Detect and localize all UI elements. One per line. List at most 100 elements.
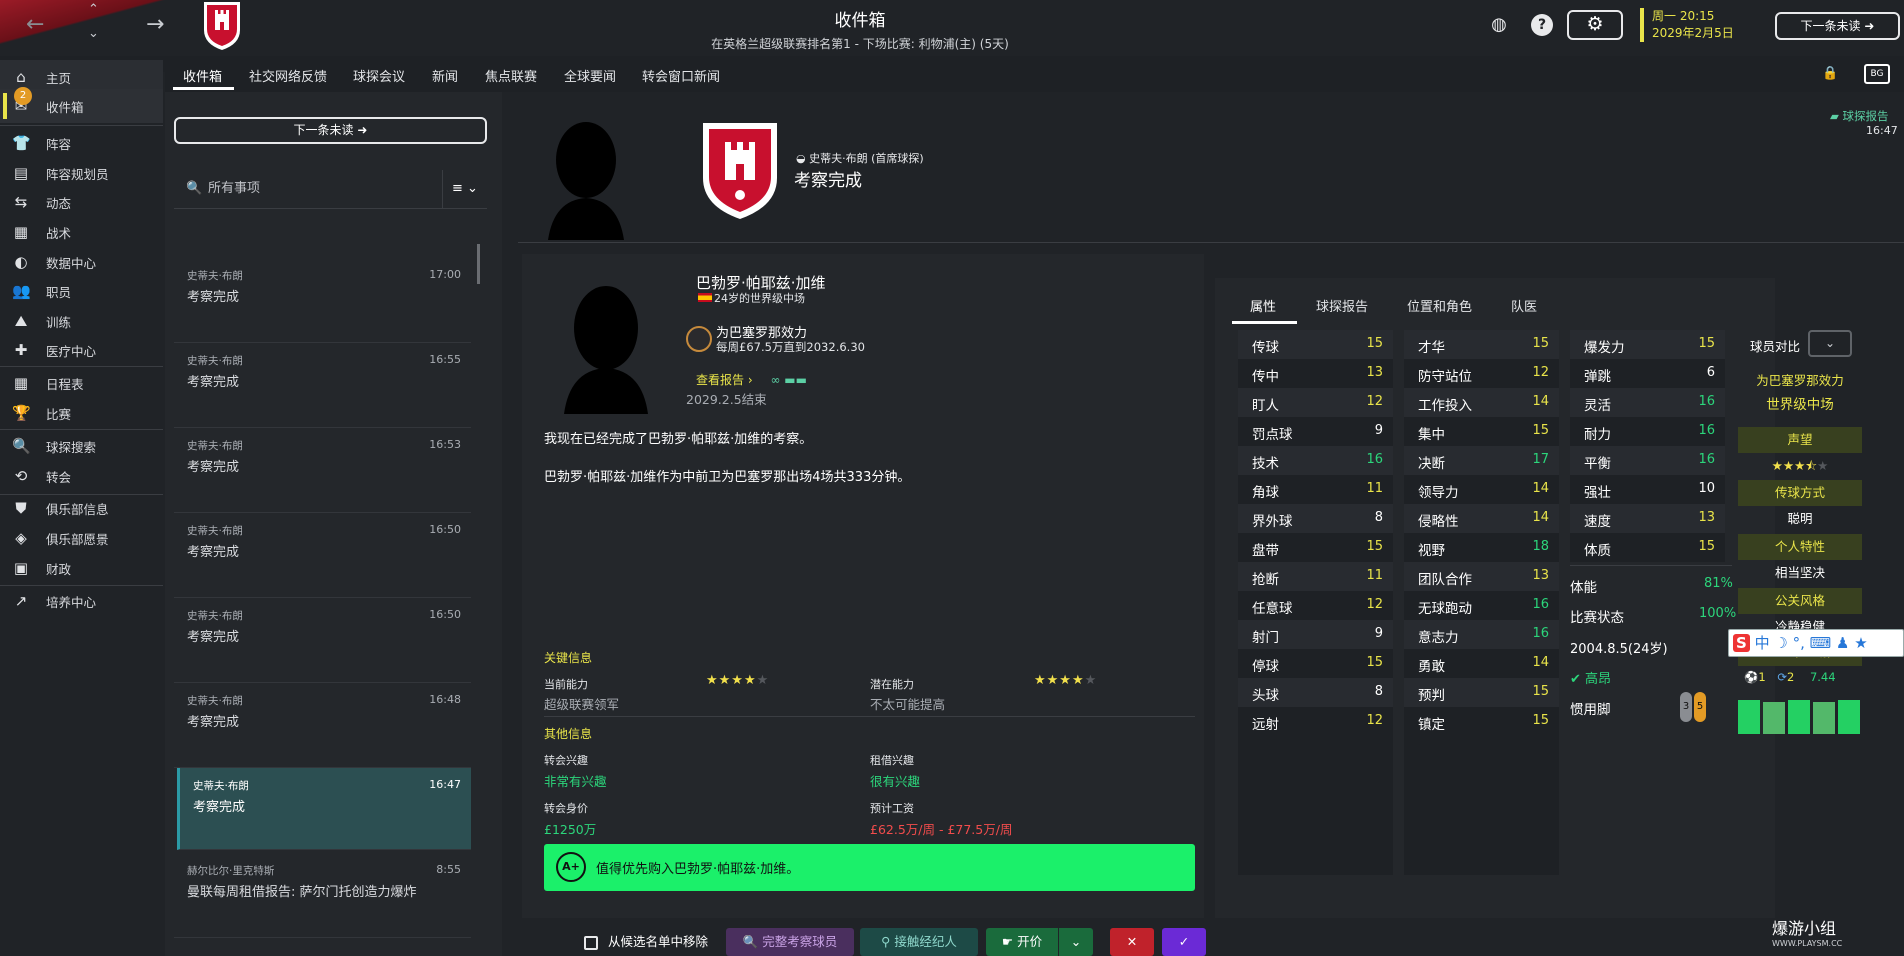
- attribute-row[interactable]: 盯人 12: [1238, 388, 1393, 417]
- sidebar-item-15[interactable]: ◈ 俱乐部愿景: [0, 521, 163, 555]
- attribute-row[interactable]: 集中 15: [1404, 417, 1559, 446]
- attribute-row[interactable]: 抢断 11: [1238, 562, 1393, 591]
- attr-tab-1[interactable]: 球探报告: [1316, 296, 1368, 315]
- inbox-message[interactable]: 史蒂夫·布朗 16:50 考察完成: [174, 513, 471, 598]
- inbox-search-input[interactable]: 🔍 所有事项: [174, 170, 442, 208]
- sidebar-item-13[interactable]: ⟲ 转会: [0, 459, 163, 493]
- filter-menu-button[interactable]: ≡ ⌄: [442, 170, 487, 208]
- remove-shortlist-checkbox[interactable]: [584, 936, 598, 950]
- back-arrow-icon[interactable]: ←: [26, 12, 44, 37]
- attribute-row[interactable]: 传球 15: [1238, 330, 1393, 359]
- tab-0[interactable]: 收件箱: [183, 66, 222, 85]
- attribute-row[interactable]: 头球 8: [1238, 678, 1393, 707]
- attribute-row[interactable]: 无球跑动 16: [1404, 591, 1559, 620]
- attribute-row[interactable]: 工作投入 14: [1404, 388, 1559, 417]
- inbox-message[interactable]: 史蒂夫·布朗 17:00 考察完成: [174, 258, 471, 343]
- attribute-row[interactable]: 盘带 15: [1238, 533, 1393, 562]
- sidebar-item-1[interactable]: ✉ 收件箱 2: [0, 87, 163, 123]
- attribute-row[interactable]: 灵活 16: [1570, 388, 1725, 417]
- offer-dropdown-button[interactable]: ⌄: [1059, 928, 1093, 956]
- inbox-message[interactable]: 史蒂夫·布朗 16:47 考察完成: [177, 768, 471, 850]
- sidebar-item-17[interactable]: ↗ 培养中心: [0, 584, 163, 618]
- attribute-row[interactable]: 耐力 16: [1570, 417, 1725, 446]
- attr-tab-0[interactable]: 属性: [1250, 296, 1276, 315]
- attribute-row[interactable]: 意志力 16: [1404, 620, 1559, 649]
- attribute-row[interactable]: 镇定 15: [1404, 707, 1559, 736]
- sidebar-item-5[interactable]: ▦ 战术: [0, 215, 163, 249]
- form-bar[interactable]: [1838, 699, 1860, 734]
- attribute-row[interactable]: 远射 12: [1238, 707, 1393, 736]
- accept-button[interactable]: ✓: [1162, 928, 1206, 956]
- inbox-scrollbar[interactable]: [477, 244, 480, 284]
- attribute-row[interactable]: 决断 17: [1404, 446, 1559, 475]
- form-bar[interactable]: [1788, 699, 1810, 734]
- sidebar-item-11[interactable]: 🏆 比赛: [0, 396, 163, 430]
- attribute-row[interactable]: 弹跳 6: [1570, 359, 1725, 388]
- sidebar-item-12[interactable]: 🔍 球探搜索: [0, 429, 163, 463]
- view-report-link[interactable]: 查看报告 › ∞ ▬▬: [696, 371, 807, 388]
- tab-3[interactable]: 新闻: [432, 66, 458, 85]
- inbox-message[interactable]: 史蒂夫·布朗 16:53 考察完成: [174, 428, 471, 513]
- contact-agent-button[interactable]: ⚲ 接触经纪人: [860, 928, 978, 956]
- sidebar-item-4[interactable]: ⇆ 动态: [0, 185, 163, 219]
- attribute-row[interactable]: 勇敢 14: [1404, 649, 1559, 678]
- tab-2[interactable]: 球探会议: [353, 66, 405, 85]
- attribute-row[interactable]: 强壮 10: [1570, 475, 1725, 504]
- chevron-up-icon[interactable]: ⌃: [88, 2, 99, 17]
- tab-4[interactable]: 焦点联赛: [485, 66, 537, 85]
- form-bar[interactable]: [1738, 699, 1760, 734]
- tab-6[interactable]: 转会窗口新闻: [642, 66, 720, 85]
- tab-1[interactable]: 社交网络反馈: [249, 66, 327, 85]
- sidebar-item-9[interactable]: ✚ 医疗中心: [0, 333, 163, 367]
- background-toggle-icon[interactable]: BG: [1864, 64, 1890, 84]
- inbox-message[interactable]: 赫尔比尔·里克特斯 8:55 曼联每周租借报告: 萨尔门托创造力爆炸: [174, 853, 471, 938]
- help-icon[interactable]: ?: [1531, 14, 1553, 36]
- lock-icon[interactable]: 🔒: [1822, 66, 1838, 81]
- attribute-row[interactable]: 任意球 12: [1238, 591, 1393, 620]
- message-sender[interactable]: ◒ 史蒂夫·布朗 (首席球探): [796, 150, 924, 166]
- attribute-row[interactable]: 预判 15: [1404, 678, 1559, 707]
- attribute-row[interactable]: 角球 11: [1238, 475, 1393, 504]
- attribute-row[interactable]: 技术 16: [1238, 446, 1393, 475]
- attribute-row[interactable]: 视野 18: [1404, 533, 1559, 562]
- world-icon[interactable]: ◍: [1488, 14, 1510, 36]
- scout-report-link[interactable]: ▰ 球探报告: [1830, 108, 1889, 124]
- form-bar[interactable]: [1763, 701, 1785, 734]
- forward-arrow-icon[interactable]: →: [146, 12, 164, 37]
- sidebar-item-2[interactable]: 👕 阵容: [0, 126, 163, 160]
- attribute-row[interactable]: 才华 15: [1404, 330, 1559, 359]
- attribute-row[interactable]: 罚点球 9: [1238, 417, 1393, 446]
- form-bar[interactable]: [1813, 701, 1835, 734]
- attribute-row[interactable]: 界外球 8: [1238, 504, 1393, 533]
- attribute-row[interactable]: 防守站位 12: [1404, 359, 1559, 388]
- settings-button[interactable]: ⚙: [1567, 10, 1623, 40]
- ime-toolbar[interactable]: S 中 ☽ °, ⌨ ♟ ★: [1728, 629, 1904, 657]
- inbox-message[interactable]: 史蒂夫·布朗 16:50 考察完成: [174, 598, 471, 683]
- sidebar-item-14[interactable]: ⛊ 俱乐部信息: [0, 491, 163, 525]
- attribute-row[interactable]: 爆发力 15: [1570, 330, 1725, 359]
- sidebar-item-7[interactable]: 👥 职员: [0, 274, 163, 308]
- next-match-info[interactable]: 在英格兰超级联赛排名第1 - 下场比赛: 利物浦(主) (5天): [620, 35, 1100, 52]
- attribute-row[interactable]: 平衡 16: [1570, 446, 1725, 475]
- attribute-row[interactable]: 速度 13: [1570, 504, 1725, 533]
- sidebar-item-16[interactable]: ▣ 财政: [0, 551, 163, 585]
- attribute-row[interactable]: 侵略性 14: [1404, 504, 1559, 533]
- game-date[interactable]: 周一 20:15 2029年2月5日: [1640, 8, 1734, 42]
- player-avatar[interactable]: [556, 276, 656, 414]
- attribute-row[interactable]: 体质 15: [1570, 533, 1725, 562]
- inbox-message[interactable]: 史蒂夫·布朗 16:48 考察完成: [174, 683, 471, 768]
- inbox-message[interactable]: 史蒂夫·布朗 16:55 考察完成: [174, 343, 471, 428]
- make-offer-button[interactable]: ☛ 开价: [986, 928, 1058, 956]
- reject-button[interactable]: ✕: [1110, 928, 1154, 956]
- next-unread-button[interactable]: 下一条未读 ➜: [174, 117, 487, 144]
- club-crest-icon[interactable]: [202, 0, 242, 52]
- chevron-down-icon[interactable]: ⌄: [88, 26, 99, 41]
- attribute-row[interactable]: 传中 13: [1238, 359, 1393, 388]
- continue-button[interactable]: 下一条未读 ➜: [1775, 12, 1900, 40]
- attribute-row[interactable]: 停球 15: [1238, 649, 1393, 678]
- remove-shortlist-label[interactable]: 从候选名单中移除: [608, 928, 738, 956]
- attribute-row[interactable]: 射门 9: [1238, 620, 1393, 649]
- tab-5[interactable]: 全球要闻: [564, 66, 616, 85]
- sidebar-item-10[interactable]: ▦ 日程表: [0, 366, 163, 400]
- attr-tab-3[interactable]: 队医: [1511, 296, 1537, 315]
